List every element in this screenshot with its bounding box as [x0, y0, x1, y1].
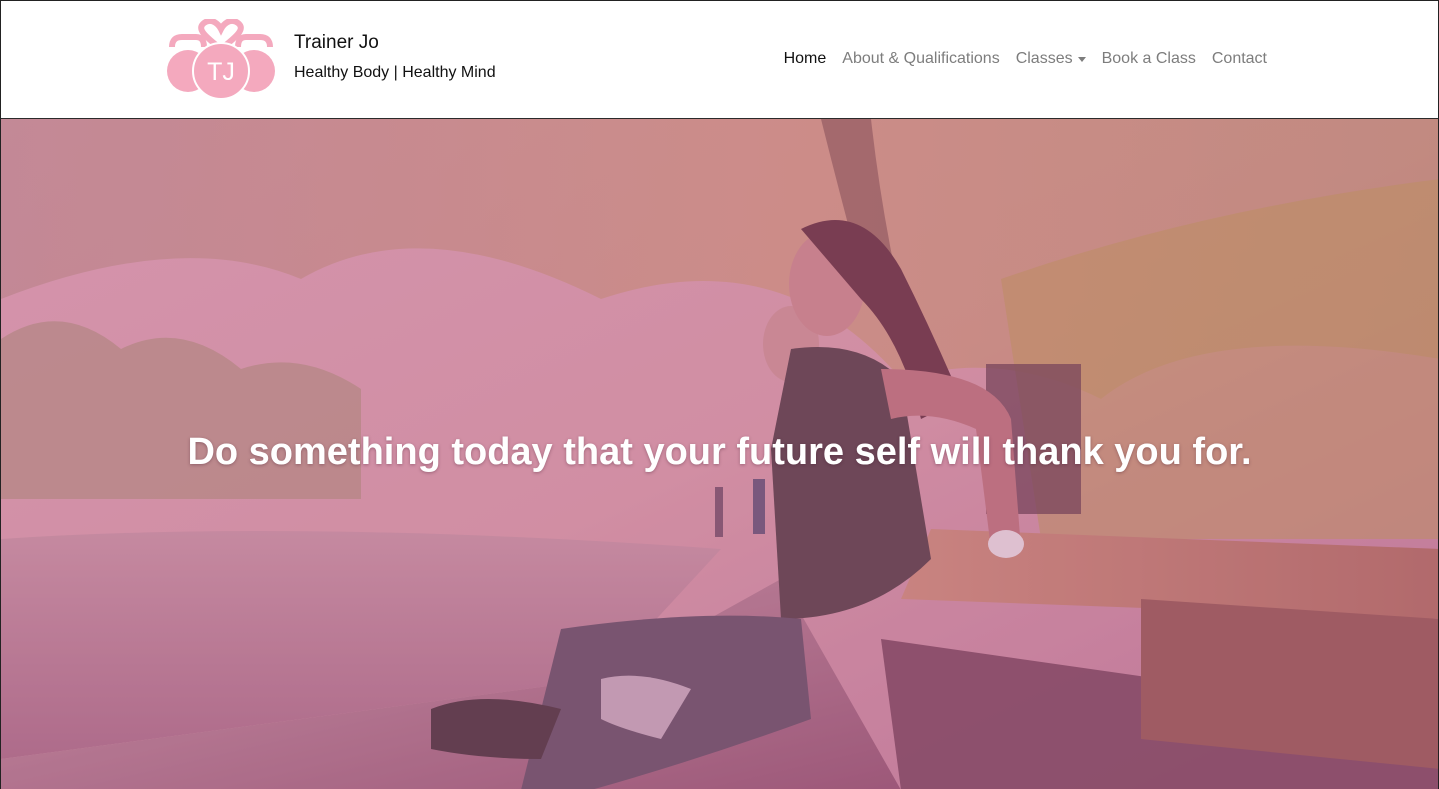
brand-text: Trainer Jo Healthy Body | Healthy Mind	[294, 31, 496, 84]
nav-classes-dropdown[interactable]: Classes	[1016, 50, 1086, 68]
nav-home[interactable]: Home	[784, 50, 827, 68]
navbar: TJ Trainer Jo Healthy Body | Healthy Min…	[1, 1, 1438, 119]
caret-down-icon	[1077, 57, 1086, 62]
nav-book-a-class[interactable]: Book a Class	[1102, 50, 1196, 68]
brand-title[interactable]: Trainer Jo	[294, 31, 496, 55]
logo-initials: TJ	[207, 58, 235, 86]
main-nav: Home About & Qualifications Classes Book…	[784, 50, 1267, 68]
kettlebell-logo-icon[interactable]: TJ	[166, 19, 276, 101]
brand[interactable]: TJ Trainer Jo Healthy Body | Healthy Min…	[166, 19, 496, 101]
nav-classes-label: Classes	[1015, 50, 1073, 67]
hero-banner: Do something today that your future self…	[1, 119, 1438, 789]
nav-about[interactable]: About & Qualifications	[842, 50, 999, 68]
brand-tagline: Healthy Body | Healthy Mind	[294, 64, 496, 81]
page: TJ Trainer Jo Healthy Body | Healthy Min…	[0, 0, 1439, 789]
hero-quote: Do something today that your future self…	[187, 431, 1252, 473]
nav-contact[interactable]: Contact	[1212, 50, 1267, 68]
